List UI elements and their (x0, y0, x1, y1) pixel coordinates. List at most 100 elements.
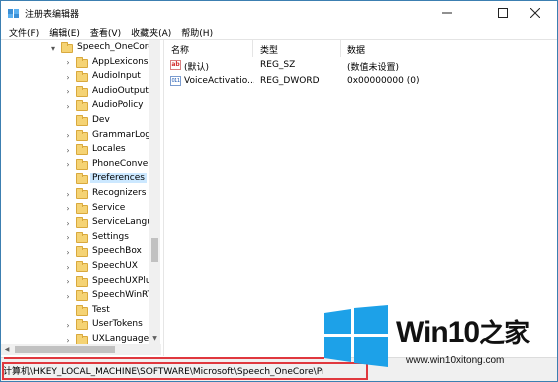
chevron-right-icon[interactable]: › (64, 160, 72, 169)
tree-item[interactable]: › Service (1, 202, 151, 217)
tree-item-label: Preferences (90, 173, 147, 184)
folder-icon (76, 56, 88, 68)
chevron-right-icon[interactable]: › (64, 233, 72, 242)
chevron-right-icon[interactable]: › (64, 277, 72, 286)
chevron-right-icon[interactable]: › (64, 292, 72, 301)
minimize-button[interactable] (425, 1, 469, 25)
tree-item-label: SpeechUX (92, 261, 138, 271)
tree-item[interactable]: › UserTokens (1, 318, 151, 333)
menu-view[interactable]: 查看(V) (85, 26, 126, 39)
value-name: (默认) (184, 63, 210, 73)
chevron-right-icon[interactable] (64, 307, 72, 315)
menu-help[interactable]: 帮助(H) (176, 26, 218, 39)
tree-item-label: Test (92, 304, 110, 315)
tree-item[interactable]: › Settings (1, 231, 151, 246)
value-row[interactable]: 011 VoiceActivatio... REG_DWORD 0x000000… (164, 75, 557, 90)
folder-icon (76, 71, 88, 83)
chevron-right-icon[interactable]: › (64, 263, 72, 272)
annotation-highlight-line (4, 357, 324, 359)
chevron-right-icon[interactable]: › (64, 58, 72, 67)
tree-horizontal-scrollbar[interactable]: ◀ (1, 344, 161, 355)
column-header-data[interactable]: 数据 (347, 43, 365, 56)
folder-icon (76, 261, 88, 272)
tree-vertical-scrollbar[interactable]: ▼ (149, 40, 160, 344)
tree-item[interactable]: › AppLexicons (1, 56, 151, 71)
tree-item[interactable]: Preferences (1, 172, 151, 187)
tree-item[interactable]: › SpeechUXPlu (1, 275, 152, 290)
value-name: VoiceActivatio... (184, 76, 254, 86)
scrollbar-thumb[interactable] (15, 346, 115, 353)
chevron-right-icon[interactable]: › (64, 146, 72, 155)
watermark-brand: Win10之家 (396, 313, 530, 350)
tree-item[interactable]: Test (1, 304, 151, 319)
value-type: REG_DWORD (260, 76, 320, 86)
menu-edit[interactable]: 编辑(E) (44, 26, 85, 39)
folder-icon (76, 144, 88, 156)
column-divider[interactable] (252, 40, 253, 57)
chevron-right-icon[interactable]: › (64, 131, 72, 140)
tree-item[interactable]: › SpeechUX (1, 260, 151, 275)
chevron-right-icon[interactable] (64, 175, 72, 183)
chevron-down-icon[interactable]: ▾ (49, 44, 57, 53)
menu-favorites[interactable]: 收藏夹(A) (126, 26, 176, 39)
chevron-right-icon[interactable]: › (64, 204, 72, 213)
dword-value-icon: 011 (170, 76, 181, 86)
folder-icon (76, 290, 88, 302)
folder-open-icon (61, 42, 73, 53)
tree-item-speech-onecore[interactable]: ▾ Speech_OneCore (1, 41, 154, 56)
chevron-right-icon[interactable]: › (64, 73, 72, 82)
close-button[interactable] (513, 1, 557, 25)
minimize-icon (442, 12, 452, 14)
chevron-right-icon[interactable] (64, 117, 72, 125)
tree-item[interactable]: › AudioInput (1, 70, 151, 85)
chevron-right-icon[interactable]: › (64, 336, 72, 345)
tree-item-label: Locales (92, 144, 126, 155)
tree-item-label: AudioInput (92, 71, 141, 82)
tree-item-label: SpeechBox (92, 246, 142, 257)
tree-item[interactable]: › PhoneConver (1, 158, 152, 173)
folder-icon (76, 246, 88, 258)
folder-icon (76, 319, 88, 331)
folder-icon (76, 231, 88, 243)
chevron-right-icon[interactable]: › (64, 219, 72, 228)
tree-item[interactable]: › GrammarLog (1, 129, 151, 144)
watermark: Win10之家 www.win10xitong.com (324, 305, 558, 382)
chevron-right-icon[interactable]: › (64, 87, 72, 96)
folder-icon (76, 173, 88, 185)
column-header-type[interactable]: 类型 (260, 43, 278, 56)
watermark-brand-suffix: 之家 (479, 318, 530, 348)
registry-key-tree[interactable]: ▾ Speech_OneCore › AppLexicons › AudioInput… (1, 40, 161, 354)
value-row[interactable]: ab (默认) REG_SZ (数值未设置) (164, 59, 557, 74)
tree-item-label: AppLexicons (92, 56, 149, 67)
watermark-url: www.win10xitong.com (406, 355, 505, 366)
scrollbar-thumb[interactable] (151, 238, 158, 262)
window-title: 注册表编辑器 (25, 10, 80, 20)
folder-icon (76, 100, 88, 112)
value-type: REG_SZ (260, 60, 296, 70)
column-divider[interactable] (340, 40, 341, 57)
tree-item[interactable]: › AudioOutput (1, 85, 151, 100)
scroll-left-arrow-icon[interactable]: ◀ (2, 344, 12, 355)
string-value-icon: ab (170, 60, 181, 70)
chevron-right-icon[interactable]: › (64, 248, 72, 257)
menu-file[interactable]: 文件(F) (1, 26, 44, 39)
tree-item-label: AudioOutput (92, 85, 149, 96)
tree-item[interactable]: Dev (1, 114, 151, 129)
chevron-right-icon[interactable]: › (64, 190, 72, 199)
watermark-brand-name: Win10 (396, 316, 480, 349)
tree-item[interactable]: › ServiceLangu (1, 216, 153, 231)
tree-item[interactable]: › SpeechBox (1, 245, 151, 260)
tree-item-label: Dev (92, 115, 110, 125)
scroll-down-arrow-icon[interactable]: ▼ (149, 334, 160, 344)
tree-item[interactable]: › Recognizers (1, 187, 151, 202)
tree-item[interactable]: › SpeechWinRT (1, 289, 153, 304)
tree-item-label: SpeechUXPlu (92, 275, 152, 286)
tree-item[interactable]: › Locales (1, 143, 151, 158)
title-bar: 注册表编辑器 (1, 1, 557, 25)
chevron-right-icon[interactable]: › (64, 102, 72, 111)
tree-item-label: UXLanguages (92, 334, 154, 344)
chevron-right-icon[interactable]: › (64, 321, 72, 330)
tree-item[interactable]: › AudioPolicy (1, 99, 151, 114)
tree-item-label: Speech_OneCore (77, 42, 154, 52)
column-header-name[interactable]: 名称 (171, 43, 189, 56)
